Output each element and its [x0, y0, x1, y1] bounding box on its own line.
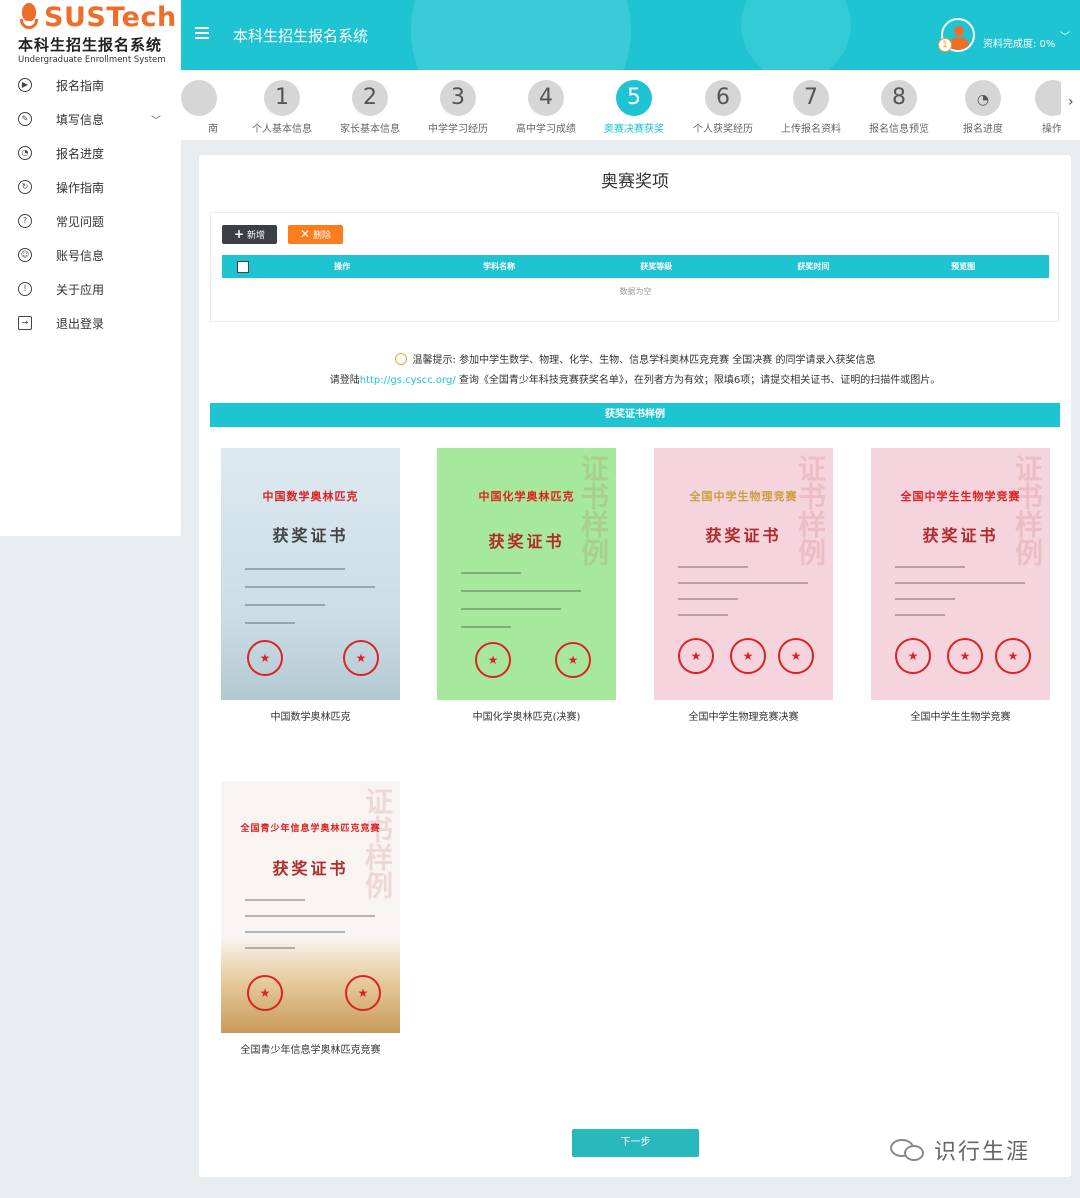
- sidebar-item-label: 退出登录: [56, 316, 105, 331]
- sidebar-item-faq[interactable]: ? 常见问题: [0, 204, 181, 238]
- page-title: 奥赛奖项: [601, 172, 669, 192]
- step-1[interactable]: 1 个人基本信息: [242, 80, 322, 135]
- guide-icon: ↻: [18, 180, 32, 194]
- awards-table: + 新增 ✕ 删除 操作 学科名称 获奖等级 获奖时间 预览图 数据为空: [210, 212, 1059, 322]
- torch-logo-icon: [18, 3, 40, 31]
- sidebar-item-progress[interactable]: ◔ 报名进度: [0, 136, 181, 170]
- app-title: 本科生招生报名系统: [233, 27, 369, 45]
- gauge-icon: ◔: [18, 146, 32, 160]
- step-7[interactable]: 7 上传报名资料: [771, 80, 851, 135]
- seal-icon: ★: [895, 638, 931, 674]
- play-circle-icon: ▶: [18, 78, 32, 92]
- sidebar-item-about[interactable]: ! 关于应用: [0, 272, 181, 306]
- seal-icon: ★: [343, 640, 379, 676]
- certificate-image: 中国数学奥林匹克 获奖证书 ★ ★: [221, 448, 400, 700]
- certificate-sample[interactable]: 证书样例 全国中学生物理竞赛 获奖证书 ★ ★ ★ 全国中学生物理竞赛决赛: [654, 448, 833, 723]
- close-icon: ✕: [299, 227, 311, 241]
- user-circle-icon: ☺: [18, 248, 32, 262]
- menu-toggle-icon[interactable]: [195, 27, 209, 39]
- sidebar-item-label: 填写信息: [56, 112, 105, 127]
- chevron-down-icon[interactable]: ﹀: [1060, 28, 1070, 43]
- step-8[interactable]: 8 报名信息预览: [859, 80, 939, 135]
- sidebar: SUSTech 本科生招生报名系统 Undergraduate Enrollme…: [0, 0, 181, 536]
- sidebar-item-label: 报名指南: [56, 78, 105, 93]
- certificate-image: 证书样例 全国中学生生物学竞赛 获奖证书 ★ ★ ★: [871, 448, 1050, 700]
- sidebar-item-label: 常见问题: [56, 214, 105, 229]
- seal-icon: ★: [947, 638, 983, 674]
- sidebar-item-guide[interactable]: ▶ 报名指南: [0, 68, 181, 102]
- watermark: 识行生涯: [890, 1134, 1030, 1166]
- column-header: 获奖等级: [640, 262, 673, 271]
- sidebar-item-label: 账号信息: [56, 248, 105, 263]
- table-header: 操作 学科名称 获奖等级 获奖时间 预览图: [222, 255, 1049, 278]
- certificate-image: 证书样例 全国青少年信息学奥林匹克竞赛 获奖证书 ★ ★: [221, 781, 400, 1033]
- seal-icon: ★: [247, 975, 283, 1011]
- chevron-down-icon[interactable]: ﹀: [151, 112, 161, 127]
- seal-icon: ★: [247, 640, 283, 676]
- logo-text: SUSTech: [44, 1, 177, 33]
- question-icon: ?: [18, 214, 32, 228]
- sidebar-item-logout[interactable]: → 退出登录: [0, 306, 181, 340]
- step-navigator: ‹ 南 1 个人基本信息 2 家长基本信息 3 中学学习经历 4 高中学习成绩 …: [181, 70, 1080, 140]
- logout-icon: →: [18, 316, 32, 330]
- seal-icon: ★: [730, 638, 766, 674]
- sidebar-item-label: 报名进度: [56, 146, 105, 161]
- edit-icon: ✎: [18, 112, 32, 126]
- sidebar-item-fill-info[interactable]: ✎ 填写信息 ﹀: [0, 102, 181, 136]
- certificate-sample[interactable]: 证书样例 全国中学生生物学竞赛 获奖证书 ★ ★ ★ 全国中学生生物学竞赛: [871, 448, 1050, 723]
- step-6[interactable]: 6 个人获奖经历: [683, 80, 763, 135]
- step-2[interactable]: 2 家长基本信息: [330, 80, 410, 135]
- certificate-image: 证书样例 中国化学奥林匹克 获奖证书 ★ ★: [437, 448, 616, 700]
- seal-icon: ★: [995, 638, 1031, 674]
- logo-name-cn: 本科生招生报名系统: [18, 36, 163, 54]
- tip-line-2: 请登陆http://gs.cyscc.org/ 查询《全国青少年科技竞赛获奖名单…: [329, 375, 941, 386]
- cyscc-link[interactable]: http://gs.cyscc.org/: [360, 375, 456, 386]
- seal-icon: ★: [555, 642, 591, 678]
- column-header: 操作: [334, 262, 351, 271]
- seal-icon: ★: [475, 642, 511, 678]
- sample-section-header: 获奖证书样例: [210, 403, 1060, 427]
- step-progress[interactable]: ◔ 报名进度: [943, 80, 1023, 135]
- column-header: 学科名称: [483, 262, 516, 271]
- step-4[interactable]: 4 高中学习成绩: [506, 80, 586, 135]
- chevron-right-icon[interactable]: ›: [1068, 94, 1074, 110]
- certificate-image: 证书样例 全国中学生物理竞赛 获奖证书 ★ ★ ★: [654, 448, 833, 700]
- certificate-sample[interactable]: 中国数学奥林匹克 获奖证书 ★ ★ 中国数学奥林匹克: [221, 448, 400, 723]
- step-operation[interactable]: 操作: [1021, 80, 1061, 135]
- completion-progress: 资料完成度: 0%: [983, 39, 1056, 50]
- sidebar-item-operation-guide[interactable]: ↻ 操作指南: [0, 170, 181, 204]
- next-step-button[interactable]: 下一步: [572, 1129, 699, 1157]
- certificate-sample[interactable]: 证书样例 全国青少年信息学奥林匹克竞赛 获奖证书 ★ ★ 全国青少年信息学奥林匹…: [221, 781, 400, 1056]
- logo: SUSTech 本科生招生报名系统 Undergraduate Enrollme…: [0, 0, 181, 66]
- seal-icon: ★: [778, 638, 814, 674]
- sidebar-item-label: 操作指南: [56, 180, 105, 195]
- column-header: 预览图: [951, 262, 976, 271]
- sidebar-item-label: 关于应用: [56, 282, 105, 297]
- tip-line-1: 温馨提示: 参加中学生数学、物理、化学、生物、信息学科奥林匹克竞赛 全国决赛 的…: [199, 351, 1071, 366]
- seal-icon: ★: [345, 975, 381, 1011]
- sidebar-item-account[interactable]: ☺ 账号信息: [0, 238, 181, 272]
- logo-name-en: Undergraduate Enrollment System: [18, 55, 166, 65]
- main-card: 奥赛奖项 + 新增 ✕ 删除 操作 学科名称 获奖等级 获奖时间 预览图 数据为空 …: [199, 155, 1071, 1177]
- step-3[interactable]: 3 中学学习经历: [418, 80, 498, 135]
- column-header: 获奖时间: [797, 262, 830, 271]
- info-icon: !: [18, 282, 32, 296]
- plus-icon: +: [233, 227, 245, 241]
- notification-badge: 1: [938, 38, 952, 52]
- select-all-checkbox[interactable]: [237, 260, 249, 273]
- delete-button[interactable]: ✕ 删除: [288, 225, 343, 244]
- gauge-icon: ◔: [965, 80, 1001, 116]
- certificate-sample[interactable]: 证书样例 中国化学奥林匹克 获奖证书 ★ ★ 中国化学奥林匹克(决赛): [437, 448, 616, 723]
- step-5-active[interactable]: 5 奥赛决赛获奖: [594, 80, 674, 135]
- step-0[interactable]: 南: [173, 80, 253, 135]
- top-header: 本科生招生报名系统 1 资料完成度: 0% ﹀: [181, 0, 1080, 70]
- seal-icon: ★: [678, 638, 714, 674]
- empty-state: 数据为空: [619, 287, 652, 296]
- wechat-icon: [890, 1137, 926, 1163]
- lightbulb-icon: [394, 353, 407, 365]
- add-button[interactable]: + 新增: [222, 225, 277, 244]
